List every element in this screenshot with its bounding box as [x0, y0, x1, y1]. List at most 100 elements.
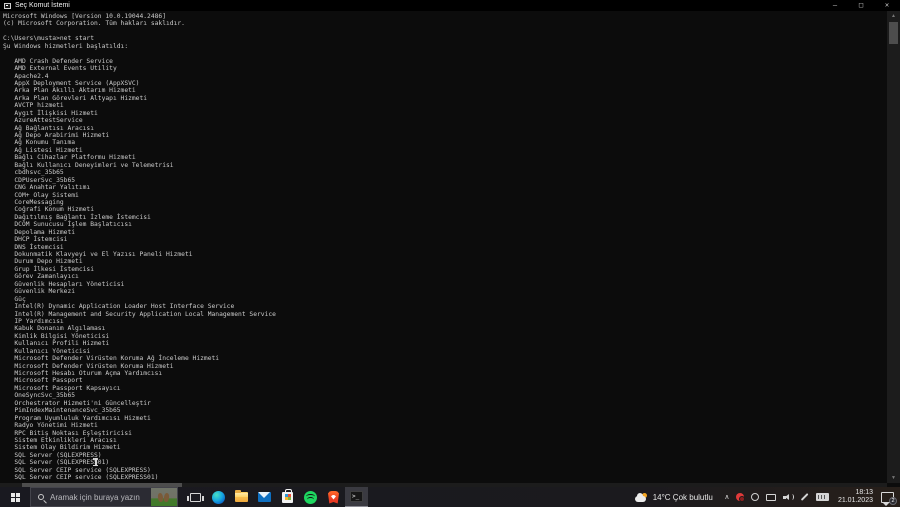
- console-line: Program Uyumluluk Yardımcısı Hizmeti: [3, 414, 151, 422]
- console-line: Microsoft Passport: [3, 377, 83, 385]
- console-line: Microsoft Hesabı Oturum Açma Yardımcısı: [3, 370, 163, 377]
- taskbar-item-command-prompt-active[interactable]: >_: [345, 487, 368, 507]
- console-line: Kullanıcı Yöneticisi: [3, 347, 91, 355]
- pen-icon[interactable]: [800, 493, 809, 501]
- console-line: Intel(R) Dynamic Application Loader Host…: [3, 303, 235, 311]
- console-line: Arka Plan Görevleri Altyapı Hizmeti: [3, 94, 148, 102]
- console-line: Ağ Depo Arabirimi Hizmeti: [3, 132, 110, 139]
- console-line: (c) Microsoft Corporation. Tüm hakları s…: [3, 20, 185, 28]
- console-line: PimIndexMaintenanceSvc_35b65: [3, 407, 121, 415]
- start-button[interactable]: [0, 487, 30, 507]
- console-line: AppX Deployment Service (AppXSVC): [3, 79, 140, 87]
- clock[interactable]: 18:13 21.01.2023: [838, 489, 873, 505]
- console-line: DHCP İstemcisi: [3, 236, 68, 244]
- console-line: RPC Bitiş Noktası Eşleştiricisi: [3, 429, 132, 437]
- search-highlight-image[interactable]: [151, 488, 177, 506]
- console-line: AMD Crash Defender Service: [3, 57, 113, 65]
- console-line: C:\Users\musta>net start: [3, 35, 94, 43]
- console-line: Microsoft Windows [Version 10.0.19044.24…: [3, 13, 167, 20]
- brave-icon: [328, 490, 339, 504]
- console-line: Sistem Olay Bildirim Hizmeti: [3, 444, 121, 452]
- console-line: Orchestrator Hizmeti'ni Güncelleştir: [3, 399, 151, 407]
- console-line: Apache2.4: [3, 72, 49, 80]
- console-line: Grup İlkesi İstemcisi: [3, 265, 94, 273]
- window-titlebar[interactable]: Seç Komut İstemi – □ ✕: [0, 0, 900, 11]
- console-line: CoreMessaging: [3, 198, 64, 206]
- edge-icon: [212, 490, 225, 504]
- vertical-scrollbar-thumb[interactable]: [889, 22, 898, 44]
- console-line: Bağlı Cihazlar Platformu Hizmeti: [3, 154, 136, 162]
- taskbar-item-edge[interactable]: [207, 487, 230, 507]
- touch-keyboard-icon[interactable]: [816, 493, 830, 501]
- console-line: SQL Server CEIP service (SQLEXPRESS01): [3, 474, 159, 482]
- console-line: COM+ Olay Sistemi: [3, 191, 79, 199]
- clock-date: 21.01.2023: [837, 497, 873, 504]
- task-view-button[interactable]: [184, 487, 207, 507]
- console-line: cbdhsvc_35b65: [3, 169, 64, 177]
- console-line: Güvenlik Merkezi: [3, 288, 76, 296]
- console-line: Aygıt İlişkisi Hizmeti: [3, 109, 98, 117]
- notification-badge: 2: [889, 496, 897, 505]
- console-line: CDPUserSvc_35b65: [3, 176, 76, 184]
- console-line: Intel(R) Management and Security Applica…: [3, 310, 276, 318]
- console-line: AzureAttestService: [3, 117, 83, 125]
- text-ibeam-cursor: [93, 458, 98, 466]
- console-line: Ağ Konumu Tanıma: [3, 139, 76, 147]
- search-icon: [38, 494, 44, 500]
- tray-red-status-icon[interactable]: [736, 493, 746, 502]
- console-line: Görev Zamanlayıcı: [3, 273, 79, 281]
- tray-app-icon[interactable]: [751, 493, 760, 501]
- console-line: Microsoft Defender Virüsten Koruma Hizme…: [3, 362, 174, 370]
- minimize-button[interactable]: –: [822, 0, 848, 11]
- console-line: Şu Windows hizmetleri başlatıldı:: [3, 42, 129, 50]
- console-line: Güç: [3, 295, 26, 303]
- scroll-down-arrow-icon[interactable]: ▼: [887, 473, 900, 483]
- command-prompt-icon: >_: [350, 491, 363, 502]
- vertical-scrollbar[interactable]: ▲ ▼: [887, 11, 900, 483]
- console-line: CNG Anahtar Yalıtımı: [3, 184, 91, 192]
- console-output[interactable]: Microsoft Windows [Version 10.0.19044.24…: [0, 11, 887, 483]
- file-explorer-icon: [235, 490, 248, 502]
- network-icon[interactable]: [766, 493, 777, 501]
- console-line: Microsoft Passport Kapsayıcı: [3, 384, 121, 392]
- weather-widget[interactable]: 14°C Çok bulutlu: [634, 492, 713, 502]
- console-line: Bağlı Kullanıcı Deneyimleri ve Telemetri…: [3, 161, 174, 169]
- taskbar-item-file-explorer[interactable]: [230, 487, 253, 507]
- console-line: AVCTP hizmeti: [3, 102, 64, 110]
- maximize-button[interactable]: □: [848, 0, 874, 11]
- taskbar-item-store[interactable]: [276, 487, 299, 507]
- console-line: Radyo Yönetimi Hizmeti: [3, 422, 98, 430]
- console-line: SQL Server (SQLEXPRESS): [3, 451, 102, 459]
- action-center-icon[interactable]: 2: [881, 491, 897, 506]
- console-line: Kabuk Donanım Algılaması: [3, 325, 106, 333]
- taskbar-item-mail[interactable]: [253, 487, 276, 507]
- windows-logo-icon: [10, 492, 20, 502]
- window-title: Seç Komut İstemi: [15, 2, 70, 9]
- console-line: SQL Server (SQLEXPRESS01): [3, 459, 110, 467]
- console-line: Güvenlik Hesapları Yöneticisi: [3, 280, 125, 288]
- cloudy-weather-icon: [634, 492, 649, 502]
- taskbar-item-spotify[interactable]: [299, 487, 322, 507]
- console-line: Ağ Bağlantısı Aracısı: [3, 124, 94, 132]
- clock-time: 18:13: [855, 489, 873, 496]
- hidden-icons-chevron[interactable]: ∧: [724, 493, 729, 501]
- console-line: IP Yardımcısı: [3, 317, 64, 325]
- spotify-icon: [304, 490, 317, 504]
- console-line: Durum Depo Hizmeti: [3, 258, 83, 266]
- console-line: AMD External Events Utility: [3, 65, 117, 73]
- volume-icon[interactable]: [783, 493, 795, 501]
- console-line: Coğrafi Konum Hizmeti: [3, 206, 94, 214]
- console-line: Kimlik Bilgisi Yöneticisi: [3, 332, 110, 340]
- close-button[interactable]: ✕: [874, 0, 900, 11]
- console-line: Kullanıcı Profili Hizmeti: [3, 340, 110, 348]
- taskbar-item-brave[interactable]: [322, 487, 345, 507]
- mail-icon: [258, 492, 271, 502]
- console-line: Arka Plan Akıllı Aktarım Hizmeti: [3, 87, 136, 95]
- console-line: Dokunmatik Klavyeyi ve El Yazısı Paneli …: [3, 251, 193, 258]
- weather-label: 14°C Çok bulutlu: [652, 492, 713, 502]
- scroll-up-arrow-icon[interactable]: ▲: [887, 11, 900, 21]
- console-line: Microsoft Defender Virüsten Koruma Ağ İn…: [3, 355, 220, 363]
- search-placeholder: Aramak için buraya yazın: [50, 492, 140, 502]
- search-input[interactable]: Aramak için buraya yazın: [30, 487, 178, 507]
